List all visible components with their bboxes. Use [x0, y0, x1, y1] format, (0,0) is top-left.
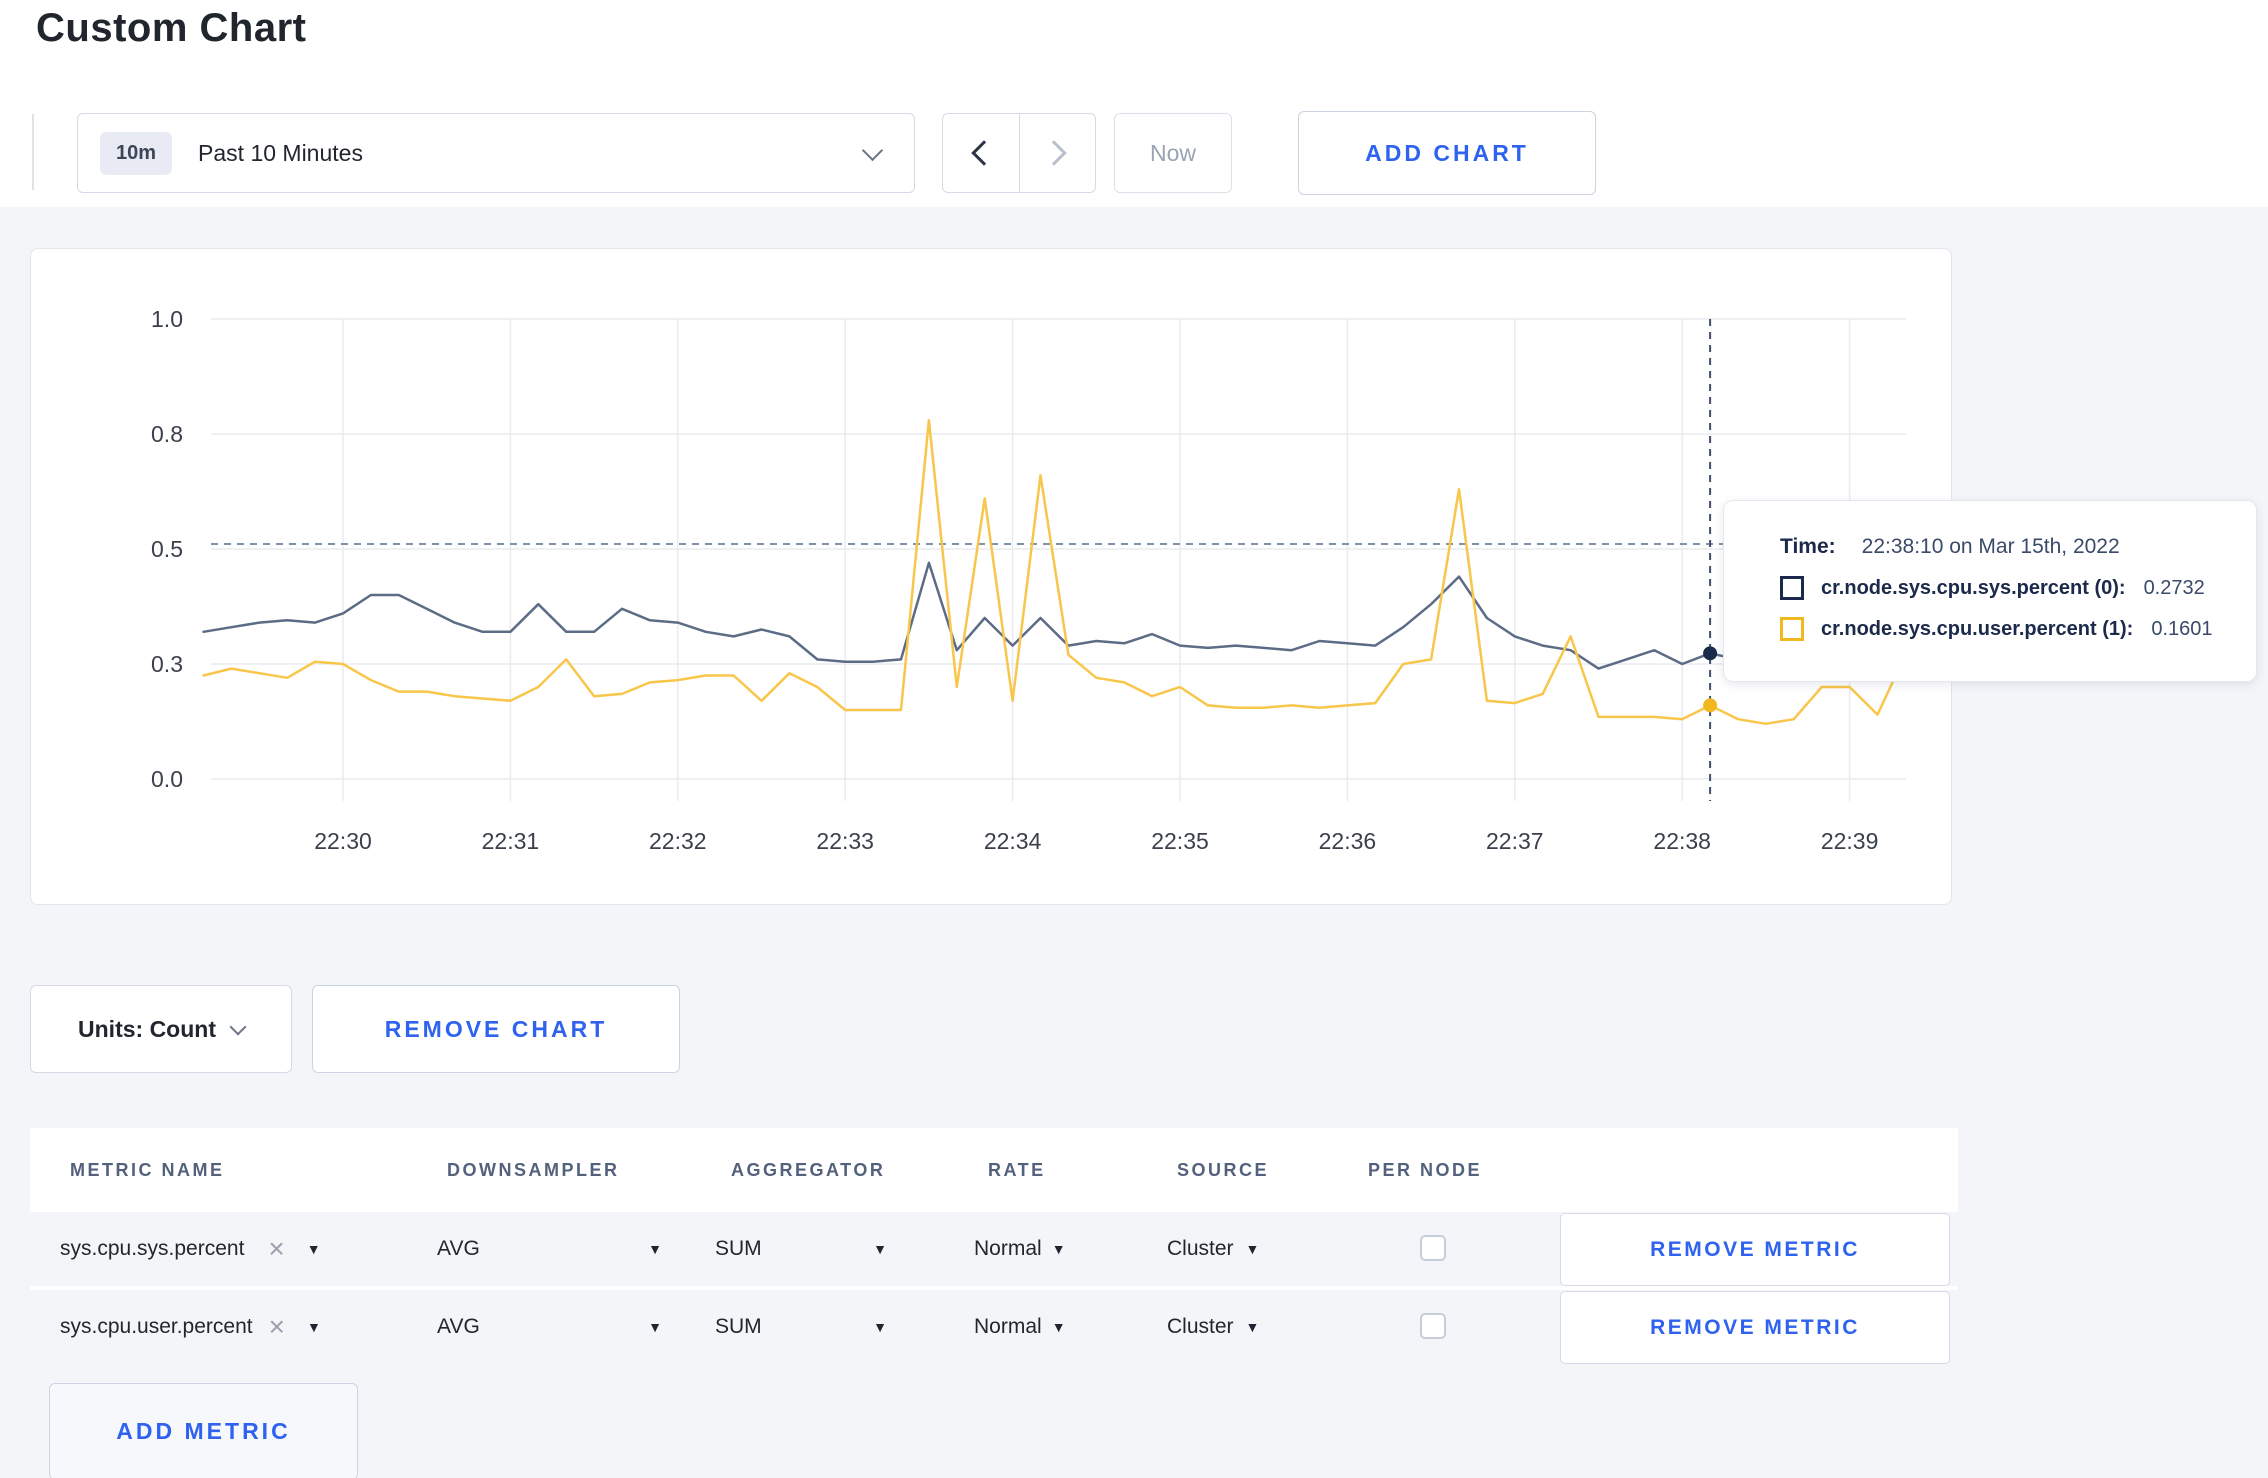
chevron-right-icon [1041, 140, 1067, 166]
now-button[interactable]: Now [1114, 113, 1232, 193]
custom-chart-page: Custom Chart 10m Past 10 Minutes Now ADD… [0, 0, 2268, 1478]
units-label: Units: Count [78, 1015, 216, 1042]
aggregator-value: SUM [715, 1315, 762, 1338]
source-value: Cluster [1167, 1237, 1234, 1260]
svg-text:0.5: 0.5 [151, 536, 183, 562]
caret-down-icon: ▼ [873, 1241, 887, 1257]
svg-text:0.3: 0.3 [151, 651, 183, 677]
source-select[interactable]: Cluster ▼ [1167, 1212, 1259, 1286]
aggregator-select[interactable]: SUM ▼ [715, 1290, 887, 1364]
svg-text:22:37: 22:37 [1486, 828, 1544, 854]
tooltip-time-value: 22:38:10 on Mar 15th, 2022 [1861, 535, 2120, 558]
tooltip-series-row: cr.node.sys.cpu.sys.percent (0): 0.2732 [1780, 576, 2236, 600]
caret-down-icon: ▼ [1051, 1319, 1066, 1335]
rate-select[interactable]: Normal ▼ [974, 1290, 1066, 1364]
caret-down-icon: ▼ [1051, 1241, 1066, 1257]
metric-name-value: sys.cpu.sys.percent [60, 1237, 245, 1260]
downsampler-select[interactable]: AVG ▼ [437, 1212, 662, 1286]
metrics-table-header: METRIC NAME DOWNSAMPLER AGGREGATOR RATE … [30, 1128, 1958, 1212]
col-header-downsampler: DOWNSAMPLER [447, 1160, 620, 1180]
caret-down-icon: ▼ [648, 1319, 662, 1335]
svg-text:22:38: 22:38 [1653, 828, 1711, 854]
metrics-table-rows: sys.cpu.sys.percent × ▼ AVG ▼ SUM ▼ Norm… [30, 1212, 1958, 1368]
caret-down-icon: ▼ [1245, 1241, 1260, 1257]
aggregator-select[interactable]: SUM ▼ [715, 1212, 887, 1286]
svg-text:22:36: 22:36 [1319, 828, 1377, 854]
table-row: sys.cpu.sys.percent × ▼ AVG ▼ SUM ▼ Norm… [30, 1212, 1958, 1286]
tooltip-series-label: cr.node.sys.cpu.user.percent (1): [1821, 617, 2134, 640]
downsampler-select[interactable]: AVG ▼ [437, 1290, 662, 1364]
chevron-down-icon [229, 1018, 247, 1036]
caret-down-icon: ▼ [306, 1241, 321, 1257]
source-select[interactable]: Cluster ▼ [1167, 1290, 1259, 1364]
rate-select[interactable]: Normal ▼ [974, 1212, 1066, 1286]
svg-text:0.0: 0.0 [151, 766, 183, 792]
caret-down-icon: ▼ [648, 1241, 662, 1257]
tooltip-time-label: Time: [1780, 535, 1836, 558]
col-header-rate: RATE [988, 1160, 1046, 1180]
metric-name-select[interactable]: sys.cpu.user.percent × ▼ [60, 1290, 321, 1364]
source-value: Cluster [1167, 1315, 1234, 1338]
tooltip-series-row: cr.node.sys.cpu.user.percent (1): 0.1601 [1780, 617, 2236, 641]
time-prev-button[interactable] [943, 114, 1020, 192]
time-range-dropdown[interactable]: 10m Past 10 Minutes [77, 113, 915, 193]
user-series-swatch-icon [1780, 617, 1804, 641]
chart-panel[interactable]: 0.0 0.3 0.5 0.8 1.0 22:30 22:31 22:32 22:33 22:34… [30, 248, 1952, 905]
tooltip-series-value: 0.2732 [2143, 576, 2205, 599]
page-header: Custom Chart 10m Past 10 Minutes Now ADD… [0, 0, 2268, 207]
chevron-down-icon [861, 139, 884, 161]
clear-metric-icon[interactable]: × [269, 1313, 285, 1341]
tooltip-series-value: 0.1601 [2151, 617, 2213, 640]
svg-text:22:31: 22:31 [482, 828, 540, 854]
time-range-badge: 10m [100, 131, 173, 175]
rate-value: Normal [974, 1315, 1042, 1338]
time-nav-group [942, 113, 1096, 193]
svg-text:0.8: 0.8 [151, 421, 183, 447]
tooltip-series-label: cr.node.sys.cpu.sys.percent (0): [1821, 576, 2126, 599]
col-header-per-node: PER NODE [1368, 1160, 1483, 1180]
per-node-checkbox[interactable] [1420, 1313, 1446, 1339]
caret-down-icon: ▼ [873, 1319, 887, 1335]
svg-text:22:34: 22:34 [984, 828, 1042, 854]
caret-down-icon: ▼ [1245, 1319, 1260, 1335]
remove-chart-button[interactable]: REMOVE CHART [312, 985, 680, 1073]
downsampler-value: AVG [437, 1237, 480, 1260]
svg-text:22:33: 22:33 [816, 828, 874, 854]
chart-hover-tooltip: Time: 22:38:10 on Mar 15th, 2022 cr.node… [1723, 500, 2257, 682]
col-header-source: SOURCE [1177, 1160, 1270, 1180]
rate-value: Normal [974, 1237, 1042, 1260]
sys-series-swatch-icon [1780, 576, 1804, 600]
toolbar-divider [32, 114, 34, 190]
svg-text:22:39: 22:39 [1821, 828, 1879, 854]
svg-text:22:35: 22:35 [1151, 828, 1209, 854]
metric-name-select[interactable]: sys.cpu.sys.percent × ▼ [60, 1212, 321, 1286]
svg-text:22:32: 22:32 [649, 828, 707, 854]
page-title: Custom Chart [36, 6, 307, 50]
svg-text:1.0: 1.0 [151, 306, 183, 332]
aggregator-value: SUM [715, 1237, 762, 1260]
clear-metric-icon[interactable]: × [268, 1235, 284, 1263]
tooltip-time-row: Time: 22:38:10 on Mar 15th, 2022 [1780, 535, 2236, 559]
per-node-checkbox[interactable] [1420, 1235, 1446, 1261]
col-header-metric-name: METRIC NAME [70, 1160, 225, 1180]
table-row: sys.cpu.user.percent × ▼ AVG ▼ SUM ▼ Nor… [30, 1290, 1958, 1364]
downsampler-value: AVG [437, 1315, 480, 1338]
add-metric-button[interactable]: ADD METRIC [49, 1383, 358, 1478]
cpu-percent-line-chart[interactable]: 0.0 0.3 0.5 0.8 1.0 22:30 22:31 22:32 22:33 22:34… [31, 249, 1951, 903]
remove-metric-button[interactable]: REMOVE METRIC [1560, 1291, 1950, 1364]
remove-metric-button[interactable]: REMOVE METRIC [1560, 1213, 1950, 1286]
svg-text:22:30: 22:30 [314, 828, 372, 854]
time-next-button[interactable] [1020, 114, 1096, 192]
units-dropdown[interactable]: Units: Count [30, 985, 292, 1073]
chevron-left-icon [971, 140, 997, 166]
metric-name-value: sys.cpu.user.percent [60, 1315, 253, 1338]
metrics-table: METRIC NAME DOWNSAMPLER AGGREGATOR RATE … [30, 1128, 1958, 1364]
caret-down-icon: ▼ [306, 1319, 321, 1335]
col-header-aggregator: AGGREGATOR [731, 1160, 886, 1180]
add-chart-button[interactable]: ADD CHART [1298, 111, 1596, 195]
time-range-label: Past 10 Minutes [198, 139, 363, 166]
